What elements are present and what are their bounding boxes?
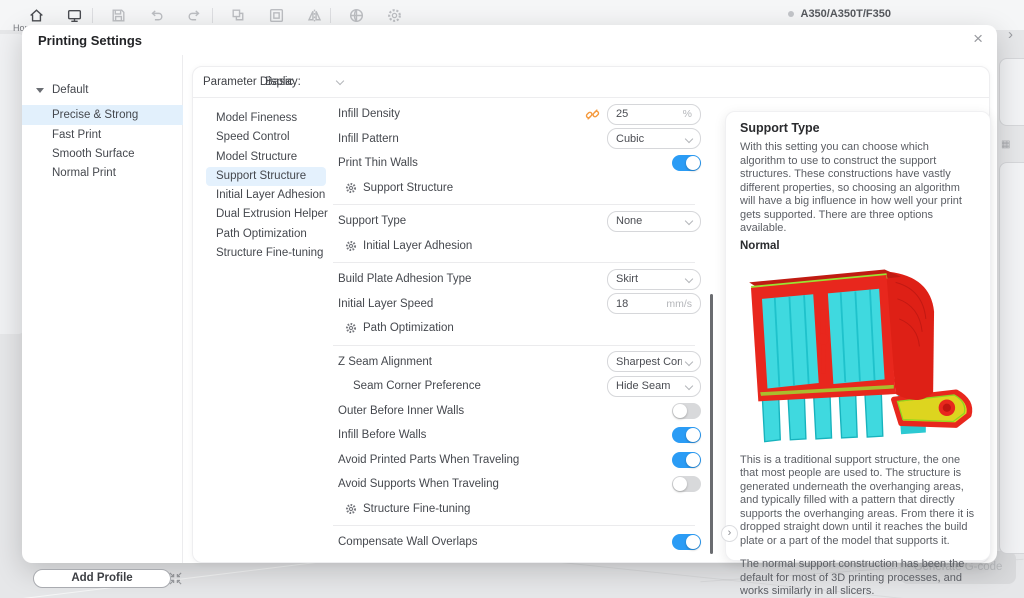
panel-expand-chevron-icon[interactable]: › (1008, 26, 1013, 43)
setting-row-seam-corner-preference: Seam Corner Preference Hide Seam (331, 374, 701, 399)
dialog-title: Printing Settings (38, 33, 142, 48)
profile-sidebar: Default Precise & Strong Fast Print Smoo… (22, 55, 183, 588)
nav-item-speed-control[interactable]: Speed Control (206, 128, 326, 147)
undo-icon[interactable] (148, 7, 165, 24)
chevron-down-icon (684, 217, 694, 226)
toolbar-divider (330, 8, 331, 23)
description-panel: Support Type With this setting you can c… (721, 111, 991, 597)
section-support-structure[interactable]: Support Structure (331, 176, 701, 201)
gear-icon (345, 240, 357, 252)
support-type-select[interactable]: None (607, 210, 701, 232)
chevron-down-icon (684, 275, 694, 284)
section-structure-fine-tuning[interactable]: Structure Fine-tuning (331, 497, 701, 522)
toolbar-divider (92, 8, 93, 23)
workspace-icon[interactable] (66, 7, 83, 24)
setting-row-avoid-printed-parts: Avoid Printed Parts When Traveling (331, 448, 701, 473)
setting-row-initial-layer-speed: Initial Layer Speed 18 mm/s (331, 292, 701, 317)
nav-item-initial-layer-adhesion[interactable]: Initial Layer Adhesion (206, 186, 326, 205)
material-icon: ▦ (1001, 139, 1011, 150)
description-title: Support Type (740, 121, 820, 135)
nav-item-model-fineness[interactable]: Model Fineness (206, 109, 326, 128)
setting-row-infill-before-walls: Infill Before Walls (331, 423, 701, 448)
nav-item-path-optimization[interactable]: Path Optimization (206, 225, 326, 244)
description-para1: This is a traditional support structure,… (740, 453, 975, 547)
gear-icon (345, 503, 357, 515)
chevron-down-icon (684, 357, 694, 366)
setting-row-avoid-supports: Avoid Supports When Traveling (331, 472, 701, 497)
profile-tree-root[interactable]: Default (36, 84, 88, 96)
settings-nav: Model Fineness Speed Control Model Struc… (206, 109, 328, 263)
profile-item-fast-print[interactable]: Fast Print (22, 125, 183, 145)
build-plate-adhesion-select[interactable]: Skirt (607, 268, 701, 290)
collapse-triangle-icon (36, 87, 44, 93)
nav-item-dual-extrusion-helper[interactable]: Dual Extrusion Helper (206, 205, 328, 224)
infill-pattern-select[interactable]: Cubic (607, 128, 701, 150)
app-window: A350/A350T/F350 Home › Generate G-code (0, 0, 1024, 598)
chevron-down-icon (335, 76, 345, 86)
nav-item-support-structure[interactable]: Support Structure (206, 166, 326, 187)
printing-settings-dialog: Printing Settings × Default Precise & St… (22, 25, 997, 597)
description-collapse-button[interactable]: › (721, 525, 738, 542)
nav-item-structure-fine-tuning[interactable]: Structure Fine-tuning (206, 244, 326, 263)
right-panel-card (999, 162, 1024, 554)
z-seam-alignment-select[interactable]: Sharpest Corner (607, 351, 701, 373)
close-icon[interactable]: × (973, 29, 983, 49)
avoid-printed-parts-toggle[interactable] (672, 451, 701, 468)
divider (333, 525, 695, 526)
infill-before-walls-toggle[interactable] (672, 427, 701, 444)
profile-item-normal-print[interactable]: Normal Print (22, 163, 183, 183)
description-intro: With this setting you can choose which a… (740, 141, 962, 234)
right-panel-card (999, 58, 1024, 126)
setting-row-support-type: Support Type None (331, 209, 701, 234)
machine-indicator[interactable]: A350/A350T/F350 (787, 8, 892, 20)
initial-layer-speed-input[interactable]: 18 mm/s (607, 293, 701, 315)
setting-row-z-seam-alignment: Z Seam Alignment Sharpest Corner (331, 350, 701, 375)
save-icon[interactable] (110, 7, 127, 24)
settings-main-card: Parameter Display: Basic Model Fineness … (192, 66, 991, 597)
parameter-display-select[interactable]: Basic (265, 76, 293, 88)
redo-icon[interactable] (186, 7, 203, 24)
setting-row-build-plate-adhesion: Build Plate Adhesion Type Skirt (331, 267, 701, 292)
add-profile-button[interactable]: Add Profile (33, 569, 171, 588)
section-initial-layer-adhesion[interactable]: Initial Layer Adhesion (331, 234, 701, 259)
outer-before-inner-walls-toggle[interactable] (672, 402, 701, 419)
setting-row-outer-before-inner-walls: Outer Before Inner Walls (331, 399, 701, 424)
gear-icon (345, 322, 357, 334)
print-thin-walls-toggle[interactable] (672, 155, 701, 172)
infill-density-input[interactable]: 25 % (607, 103, 701, 125)
description-para2: The normal support construction has been… (740, 558, 965, 597)
setting-row-infill-pattern: Infill Pattern Cubic (331, 127, 701, 152)
setting-row-print-thin-walls: Print Thin Walls (331, 151, 701, 176)
seam-corner-preference-select[interactable]: Hide Seam (607, 375, 701, 397)
machine-status-dot (787, 11, 794, 17)
arrange-icon[interactable] (230, 7, 247, 24)
mirror-icon[interactable] (306, 7, 323, 24)
home-icon[interactable] (28, 7, 45, 24)
settings-scrollbar[interactable] (710, 294, 713, 554)
divider (333, 344, 695, 346)
nav-item-model-structure[interactable]: Model Structure (206, 148, 326, 167)
section-path-optimization[interactable]: Path Optimization (331, 316, 701, 341)
language-icon[interactable] (348, 7, 365, 24)
profile-item-smooth-surface[interactable]: Smooth Surface (22, 144, 183, 164)
chevron-down-icon (684, 382, 694, 391)
toolbar-divider (212, 8, 213, 23)
divider (333, 204, 695, 205)
settings-list: Infill Density 25 % Infill Pattern Cubic (331, 98, 719, 564)
chevron-down-icon (684, 134, 694, 143)
settings-icon[interactable] (386, 7, 403, 24)
unlink-icon[interactable] (585, 107, 600, 122)
parameter-display-bar: Parameter Display: Basic (193, 67, 989, 98)
align-icon[interactable] (268, 7, 285, 24)
avoid-supports-toggle[interactable] (672, 476, 701, 493)
divider (333, 262, 695, 263)
setting-row-infill-density: Infill Density 25 % (331, 102, 701, 127)
setting-row-compensate-wall-overlaps: Compensate Wall Overlaps (331, 530, 701, 555)
description-subtitle: Normal (740, 239, 780, 252)
support-preview-image (740, 253, 978, 449)
profile-item-precise-strong[interactable]: Precise & Strong (22, 105, 183, 125)
machine-name: A350/A350T/F350 (800, 8, 892, 20)
gear-icon (345, 182, 357, 194)
compensate-wall-overlaps-toggle[interactable] (672, 534, 701, 551)
